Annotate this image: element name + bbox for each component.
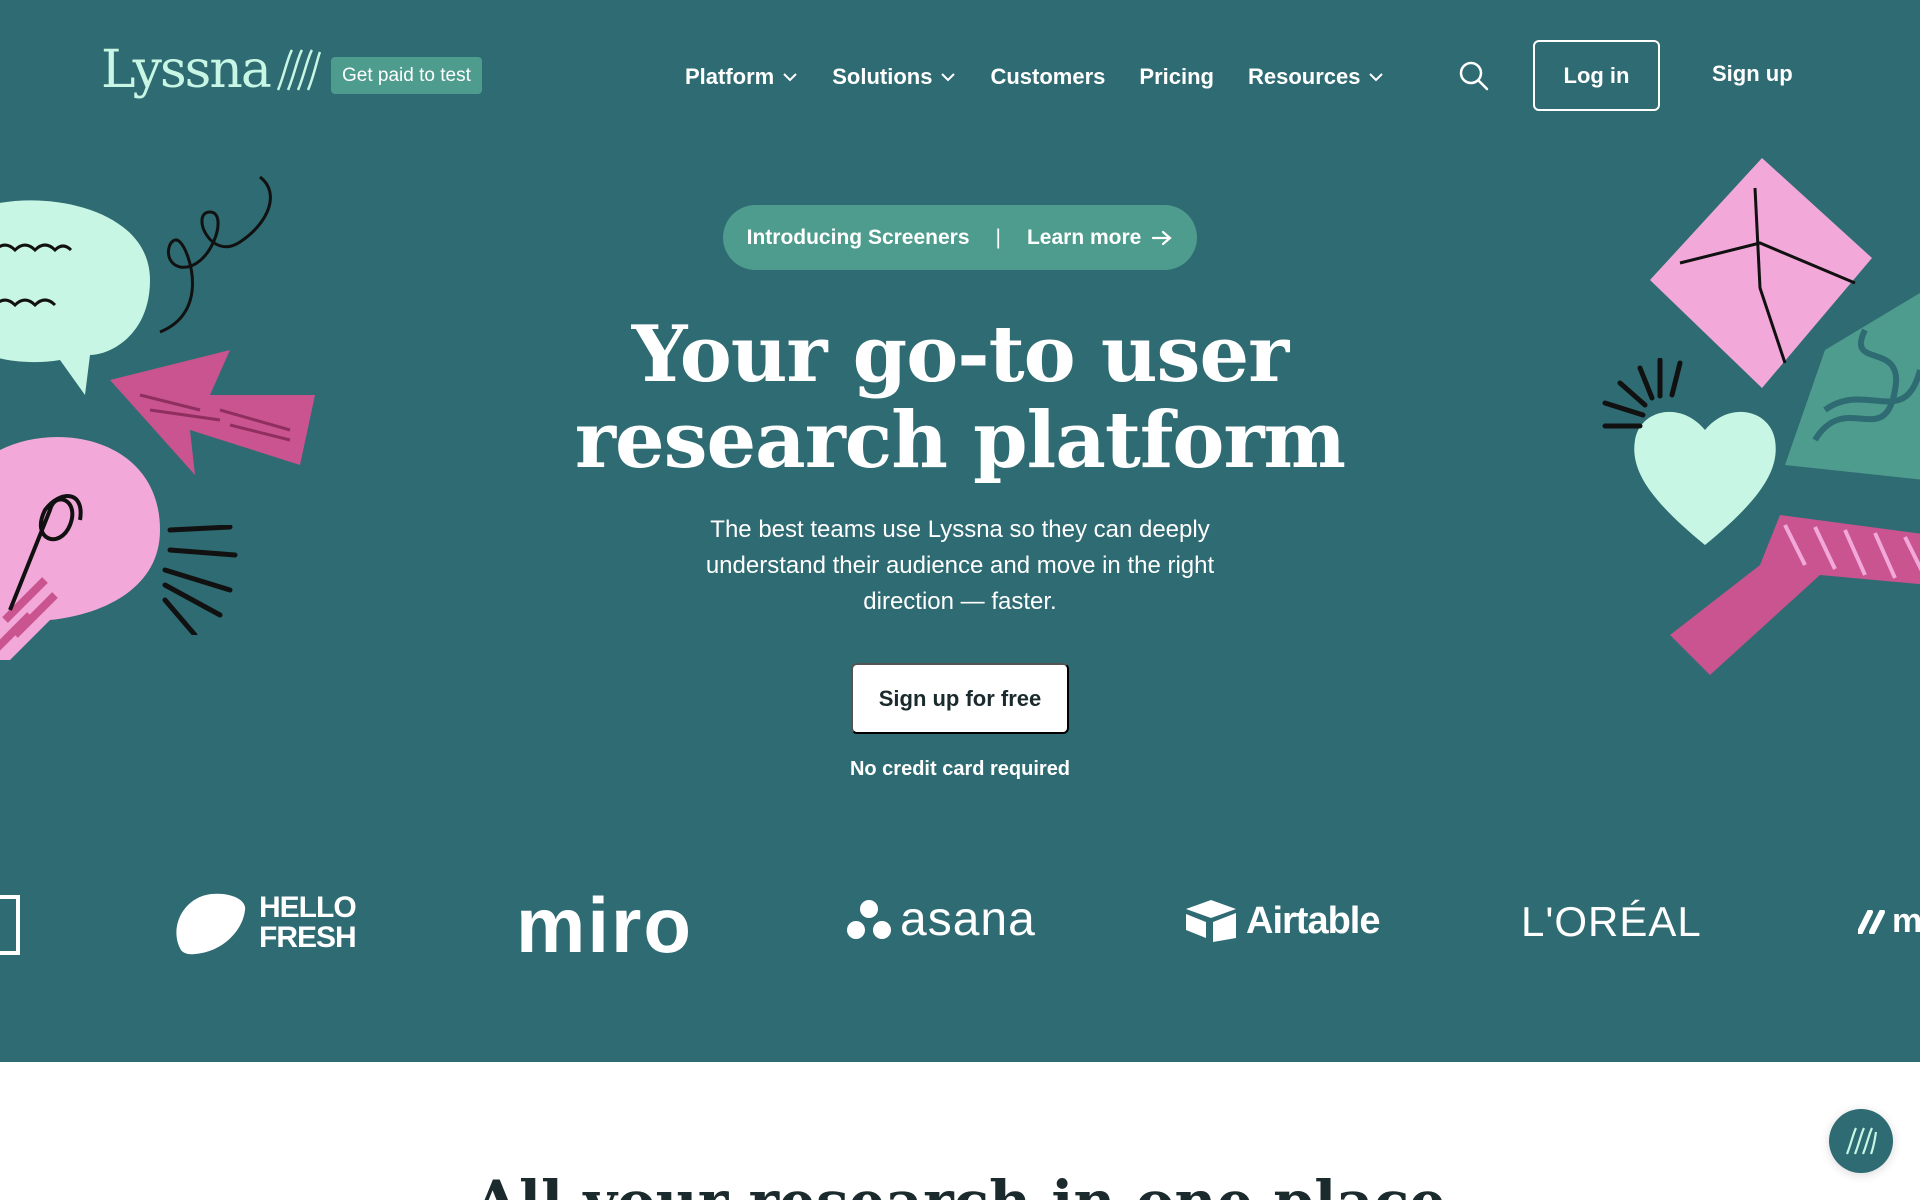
search-icon bbox=[1459, 61, 1489, 91]
get-paid-badge[interactable]: Get paid to test bbox=[331, 57, 482, 94]
hellofresh-line-1: HELLO bbox=[259, 891, 357, 924]
asana-dots-icon bbox=[847, 899, 891, 939]
airtable-logo: Airtable bbox=[1184, 898, 1380, 944]
nav-resources[interactable]: Resources bbox=[1248, 64, 1385, 90]
login-button[interactable]: Log in bbox=[1533, 40, 1660, 111]
section-title: All your research in one place bbox=[460, 1168, 1460, 1200]
airtable-wordmark: Airtable bbox=[1246, 899, 1380, 942]
miro-logo: miro bbox=[516, 881, 694, 969]
partial-logo-right-text: m bbox=[1892, 902, 1920, 940]
announcement-pill[interactable]: Introducing Screeners | Learn more bbox=[723, 205, 1197, 270]
nav-resources-label: Resources bbox=[1247, 64, 1361, 89]
lime-icon bbox=[176, 893, 246, 955]
hero-section: Lyssna Get paid to test Platform Solutio… bbox=[0, 0, 1920, 1062]
announcement-intro: Introducing Screeners bbox=[746, 225, 970, 249]
arrow-right-icon bbox=[1152, 230, 1173, 245]
learn-more-label: Learn more bbox=[1026, 225, 1142, 249]
headline-line-1: Your go-to user bbox=[631, 309, 1289, 400]
nav-customers[interactable]: Customers bbox=[990, 64, 1105, 90]
partial-logo-left bbox=[0, 895, 20, 955]
chat-widget-button[interactable] bbox=[1829, 1109, 1893, 1173]
loreal-logo: L'ORÉAL bbox=[1521, 898, 1702, 945]
hero-subtext: The best teams use Lyssna so they can de… bbox=[705, 516, 1215, 615]
chevron-down-icon bbox=[941, 73, 956, 82]
nav-platform-label: Platform bbox=[685, 64, 775, 89]
lyssna-logo[interactable]: Lyssna bbox=[101, 44, 322, 96]
chevron-down-icon bbox=[783, 73, 797, 82]
signup-free-button[interactable]: Sign up for free bbox=[851, 663, 1069, 734]
airtable-box-icon bbox=[1186, 900, 1236, 942]
logo-wordmark: Lyssna bbox=[101, 40, 272, 100]
nav-solutions-label: Solutions bbox=[832, 64, 933, 89]
announcement-separator: | bbox=[995, 225, 1001, 249]
hellofresh-logo: HELLO FRESH bbox=[173, 890, 357, 956]
chevron-down-icon bbox=[1369, 73, 1384, 82]
burst-lines-illustration bbox=[1602, 358, 1683, 429]
scribble-shape-illustration bbox=[1785, 293, 1920, 480]
search-button[interactable] bbox=[1458, 60, 1490, 92]
lightbulb-illustration bbox=[0, 437, 160, 660]
squiggle-illustration bbox=[159, 175, 272, 334]
signup-link[interactable]: Sign up bbox=[1712, 61, 1793, 87]
pink-arrow-illustration bbox=[1670, 515, 1920, 675]
asana-wordmark: asana bbox=[900, 893, 1036, 946]
spark-lines-illustration bbox=[162, 525, 238, 635]
hero-headline: Your go-to user research platform bbox=[560, 312, 1360, 484]
no-credit-card-note: No credit card required bbox=[849, 758, 1071, 780]
customer-logo-strip: HELLO FRESH miro asana Airtable L'ORÉAL bbox=[0, 880, 1920, 970]
nav-customers-label: Customers bbox=[990, 64, 1106, 89]
nav-pricing[interactable]: Pricing bbox=[1139, 64, 1214, 90]
slash-mark-icon bbox=[1858, 909, 1885, 934]
asana-logo: asana bbox=[846, 892, 1036, 947]
nav-pricing-label: Pricing bbox=[1139, 64, 1214, 89]
nav-platform[interactable]: Platform bbox=[685, 64, 798, 90]
main-nav: Platform Solutions Customers Pricing Res… bbox=[685, 57, 1418, 97]
nav-solutions[interactable]: Solutions bbox=[832, 64, 956, 90]
partial-logo-right: m bbox=[1858, 902, 1920, 941]
headline-line-2: research platform bbox=[574, 395, 1346, 486]
learn-more-link[interactable]: Learn more bbox=[1027, 226, 1173, 250]
lyssna-waves-icon bbox=[276, 49, 322, 91]
hellofresh-line-2: FRESH bbox=[259, 921, 357, 954]
lyssna-chat-icon bbox=[1845, 1127, 1878, 1155]
